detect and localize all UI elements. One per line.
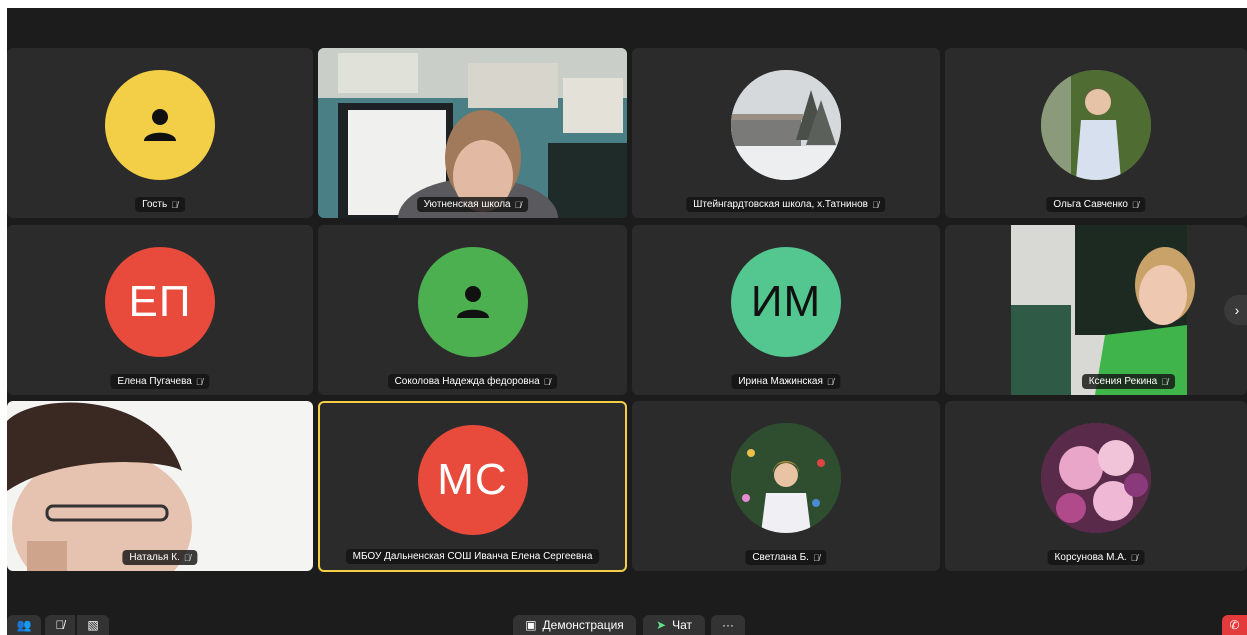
next-page-button[interactable]: › xyxy=(1224,295,1247,325)
participant-name: Ольга Савченко 🎙̸ xyxy=(1046,197,1146,212)
participant-name: Соколова Надежда федоровна 🎙̸ xyxy=(387,374,558,389)
camera-off-icon: ▧ xyxy=(87,618,99,632)
avatar xyxy=(731,70,841,180)
avatar-initials: ИМ xyxy=(731,247,841,357)
screen-share-icon: ▣ xyxy=(525,618,537,632)
mic-off-icon: 🎙̸ xyxy=(1130,552,1138,563)
video-feed xyxy=(945,225,1247,395)
participant-name: Ирина Мажинская 🎙̸ xyxy=(731,374,841,389)
participants-button[interactable]: 👥 xyxy=(7,615,41,635)
participant-name: Ксения Рекина 🎙̸ xyxy=(1081,374,1175,389)
mic-off-icon: 🎙̸ xyxy=(1161,376,1168,387)
mic-off-icon: 🎙̸ xyxy=(195,376,203,387)
mic-off-icon: 🎙̸ xyxy=(183,552,191,563)
participant-tile[interactable]: Соколова Надежда федоровна 🎙̸ xyxy=(318,225,627,395)
mic-off-icon: 🎙̸ xyxy=(55,618,65,632)
chat-icon: ➤ xyxy=(656,618,667,632)
participant-name: Наталья К. 🎙̸ xyxy=(122,550,198,565)
mic-off-icon: 🎙̸ xyxy=(812,552,820,563)
mic-off-icon: 🎙̸ xyxy=(1131,199,1139,210)
participant-name: Светлана Б. 🎙̸ xyxy=(745,550,827,565)
hang-up-icon: ✆ xyxy=(1229,618,1240,632)
person-icon xyxy=(456,286,489,318)
person-icon xyxy=(144,109,176,141)
participant-tile[interactable]: Уютненская школа 🎙̸ xyxy=(318,48,627,218)
photo-snowy-building xyxy=(731,70,841,180)
photo-flowers xyxy=(1041,423,1151,533)
mic-off-icon: 🎙̸ xyxy=(514,199,522,210)
participant-tile[interactable]: Наталья К. 🎙̸ xyxy=(7,401,313,571)
avatar xyxy=(1041,70,1151,180)
participant-tile-active-speaker[interactable]: МС МБОУ Дальненская СОШ Иванча Елена Сер… xyxy=(318,401,627,572)
participant-name: Гость 🎙̸ xyxy=(135,197,185,212)
avatar xyxy=(1041,423,1151,533)
participant-tile[interactable]: Штейнгардтовская школа, х.Татнинов 🎙̸ xyxy=(632,48,940,218)
avatar xyxy=(731,423,841,533)
photo-woman-portrait xyxy=(1041,70,1151,180)
participant-name: МБОУ Дальненская СОШ Иванча Елена Сергее… xyxy=(345,549,600,564)
mic-off-icon: 🎙̸ xyxy=(871,199,879,210)
participant-tile[interactable]: Светлана Б. 🎙̸ xyxy=(632,401,940,571)
chat-button[interactable]: ➤ Чат xyxy=(643,615,705,635)
participant-tile[interactable]: Ольга Савченко 🎙̸ xyxy=(945,48,1247,218)
participant-tile[interactable]: Гость 🎙̸ xyxy=(7,48,313,218)
camera-toggle[interactable]: ▧ xyxy=(77,615,109,635)
leave-call-button[interactable]: ✆ xyxy=(1222,615,1247,635)
mic-off-icon: 🎙̸ xyxy=(543,376,551,387)
video-feed xyxy=(318,48,627,218)
microphone-toggle[interactable]: 🎙̸ xyxy=(45,615,75,635)
video-feed xyxy=(7,401,313,571)
participant-tile[interactable]: ИМ Ирина Мажинская 🎙̸ xyxy=(632,225,940,395)
avatar-initials: ЕП xyxy=(105,247,215,357)
participant-name: Елена Пугачева 🎙̸ xyxy=(110,374,210,389)
participant-name: Штейнгардтовская школа, х.Татнинов 🎙̸ xyxy=(686,197,886,212)
mic-off-icon: 🎙̸ xyxy=(171,199,178,210)
screen-share-button[interactable]: ▣ Демонстрация xyxy=(513,615,636,635)
participant-tile[interactable]: Ксения Рекина 🎙̸ xyxy=(945,225,1247,395)
avatar-initials: МС xyxy=(417,425,528,535)
participants-icon: 👥 xyxy=(16,618,32,632)
more-button[interactable]: ··· xyxy=(711,615,745,635)
participant-name: Корсунова М.А. 🎙̸ xyxy=(1047,550,1145,565)
participant-name: Уютненская школа 🎙̸ xyxy=(416,197,529,212)
mic-off-icon: 🎙̸ xyxy=(826,376,834,387)
photo-woman-christmas-tree xyxy=(731,423,841,533)
participant-tile[interactable]: Корсунова М.А. 🎙̸ xyxy=(945,401,1247,571)
avatar xyxy=(417,247,528,357)
participant-tile[interactable]: ЕП Елена Пугачева 🎙̸ xyxy=(7,225,313,395)
avatar xyxy=(105,70,215,180)
